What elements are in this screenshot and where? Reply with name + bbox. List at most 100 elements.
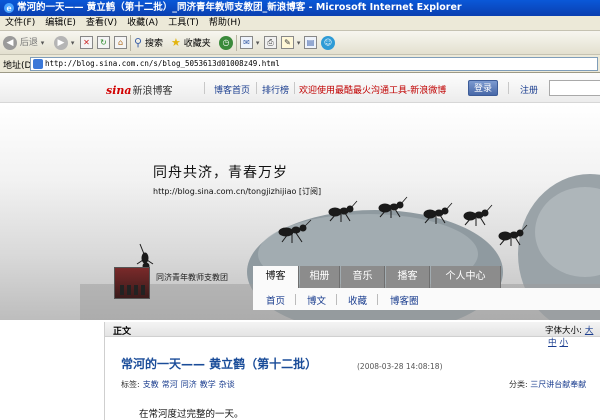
tags-label: 标签: — [121, 380, 140, 389]
ant-icon — [463, 209, 489, 226]
nav-rankings[interactable]: 排行榜 — [262, 83, 289, 96]
nav-blog-home[interactable]: 博客首页 — [214, 83, 250, 96]
font-size-label: 字体大小: — [545, 326, 582, 336]
tag-link[interactable]: 常河 — [162, 380, 178, 389]
tag-link[interactable]: 教学 — [200, 380, 216, 389]
stop-icon: ✕ — [80, 36, 93, 49]
mail-dropdown-icon: ▾ — [255, 39, 260, 47]
font-size-small[interactable]: 小 — [560, 338, 569, 348]
article-panel: 正文 字体大小: 大中小 常河的一天—— 黄立鹤（第十二批） (2008-03-2… — [104, 322, 600, 420]
browser-toolbar: ◀ 后退 ▾ ▶ ▾ ✕ ↻ ⌂ ⚲ 搜索 ★ 收藏夹 ◷ ✉ ▾ ⎙ ✎ ▾ … — [0, 31, 600, 55]
font-size-medium[interactable]: 中 — [548, 338, 557, 348]
blog-subnav: 首页 博文 收藏 博客圈 — [253, 288, 600, 310]
edit-dropdown-icon: ▾ — [296, 39, 301, 47]
forward-button[interactable]: ▶ ▾ — [54, 35, 74, 51]
menu-favorites[interactable]: 收藏(A) — [122, 16, 163, 31]
back-dropdown-icon: ▾ — [40, 39, 45, 47]
font-size-control: 字体大小: 大中小 — [545, 324, 600, 348]
search-button[interactable]: ⚲ 搜索 — [134, 35, 163, 51]
back-button[interactable]: ◀ 后退 ▾ — [3, 35, 44, 51]
login-button[interactable]: 登录 — [468, 80, 498, 96]
window-title: 常河的一天—— 黄立鹤（第十二批）_同济青年教师支教团_新浪博客 - Micro… — [17, 2, 462, 13]
refresh-icon: ↻ — [97, 36, 110, 49]
menu-help[interactable]: 帮助(H) — [204, 16, 246, 31]
menu-view[interactable]: 查看(V) — [81, 16, 122, 31]
discuss-button[interactable]: ▤ — [304, 35, 317, 51]
menu-file[interactable]: 文件(F) — [0, 16, 40, 31]
home-button[interactable]: ⌂ — [114, 35, 127, 51]
mail-icon: ✉ — [240, 36, 253, 49]
subnav-home[interactable]: 首页 — [266, 293, 285, 307]
article-tags: 标签: 支教 常河 同济 教学 杂谈 — [121, 379, 235, 390]
category-link[interactable]: 三尺讲台献奉献 — [530, 380, 586, 389]
forward-arrow-icon: ▶ — [54, 35, 68, 50]
toolbar-divider — [236, 35, 237, 51]
header-divider — [204, 82, 205, 94]
print-button[interactable]: ⎙ — [264, 35, 277, 51]
register-link[interactable]: 注册 — [520, 83, 538, 96]
section-label: 正文 — [113, 327, 132, 337]
ie-logo-icon: e — [4, 2, 14, 13]
ant-icon — [136, 243, 154, 270]
search-icon: ⚲ — [134, 36, 143, 49]
header-divider — [256, 82, 257, 94]
stop-button[interactable]: ✕ — [80, 35, 93, 51]
discuss-icon: ▤ — [304, 36, 317, 49]
article-date: (2008-03-28 14:08:18) — [357, 362, 443, 371]
print-icon: ⎙ — [264, 36, 277, 49]
weibo-promo-link[interactable]: 欢迎使用最酷最火沟通工具-新浪微博 — [299, 83, 446, 96]
tag-link[interactable]: 支教 — [143, 380, 159, 389]
menu-edit[interactable]: 编辑(E) — [40, 16, 81, 31]
edit-page-icon: ✎ — [281, 36, 294, 49]
article-body-text: 在常河度过完整的一天。 — [139, 409, 244, 420]
page-icon — [33, 59, 43, 69]
subnav-posts[interactable]: 博文 — [307, 293, 326, 307]
menu-bar: 文件(F) 编辑(E) 查看(V) 收藏(A) 工具(T) 帮助(H) — [0, 16, 600, 31]
address-url: http://blog.sina.com.cn/s/blog_5053613d0… — [45, 59, 280, 68]
messenger-icon: ☺ — [321, 35, 335, 50]
menu-tools[interactable]: 工具(T) — [163, 16, 204, 31]
blog-owner-name[interactable]: 同济青年教师支教团 — [156, 272, 228, 283]
tab-personal-center[interactable]: 个人中心 — [431, 266, 501, 288]
toolbar-divider — [130, 35, 131, 51]
tab-blog[interactable]: 博客 — [253, 266, 299, 288]
favorites-label: 收藏夹 — [183, 39, 211, 49]
subnav-favorites[interactable]: 收藏 — [348, 293, 367, 307]
blog-title: 同舟共济，青春万岁 — [153, 165, 288, 181]
group-avatar[interactable] — [114, 267, 150, 299]
subnav-blog-circle[interactable]: 博客圈 — [390, 293, 419, 307]
sina-blog-logo-text: 新浪博客 — [132, 86, 173, 97]
tab-music[interactable]: 音乐 — [341, 266, 385, 288]
favorites-button[interactable]: ★ 收藏夹 — [171, 35, 211, 51]
header-divider — [294, 82, 295, 94]
address-input[interactable]: http://blog.sina.com.cn/s/blog_5053613d0… — [30, 57, 598, 71]
header-divider — [508, 82, 509, 94]
category-label: 分类: — [509, 380, 528, 389]
history-button[interactable]: ◷ — [219, 35, 233, 51]
subnav-divider — [295, 294, 296, 305]
search-label: 搜索 — [144, 39, 163, 49]
subnav-divider — [336, 294, 337, 305]
article-title: 常河的一天—— 黄立鹤（第十二批） — [121, 357, 318, 371]
header-search-input[interactable] — [549, 80, 600, 96]
back-label: 后退 — [19, 38, 38, 48]
tab-podcast[interactable]: 播客 — [386, 266, 430, 288]
sina-logo[interactable]: sina新浪博客 — [106, 82, 173, 97]
mail-button[interactable]: ✉ ▾ — [240, 35, 259, 51]
tag-link[interactable]: 同济 — [181, 380, 197, 389]
address-bar: 地址(D) http://blog.sina.com.cn/s/blog_505… — [0, 55, 600, 73]
font-size-large[interactable]: 大 — [585, 326, 594, 336]
article-category: 分类: 三尺讲台献奉献 — [509, 379, 586, 390]
tab-album[interactable]: 相册 — [300, 266, 340, 288]
blog-url-subscribe[interactable]: http://blog.sina.com.cn/tongjizhijiao [订… — [153, 186, 321, 197]
tag-link[interactable]: 杂谈 — [219, 380, 235, 389]
edit-button[interactable]: ✎ ▾ — [281, 35, 300, 51]
messenger-button[interactable]: ☺ — [321, 35, 335, 51]
sina-logo-text: sina — [106, 84, 132, 97]
back-arrow-icon: ◀ — [3, 35, 17, 50]
window-title-bar: e 常河的一天—— 黄立鹤（第十二批）_同济青年教师支教团_新浪博客 - Micr… — [0, 0, 600, 16]
history-icon: ◷ — [219, 35, 233, 50]
article-section-header: 正文 字体大小: 大中小 — [105, 322, 600, 348]
refresh-button[interactable]: ↻ — [97, 35, 110, 51]
ant-icon — [498, 229, 524, 246]
